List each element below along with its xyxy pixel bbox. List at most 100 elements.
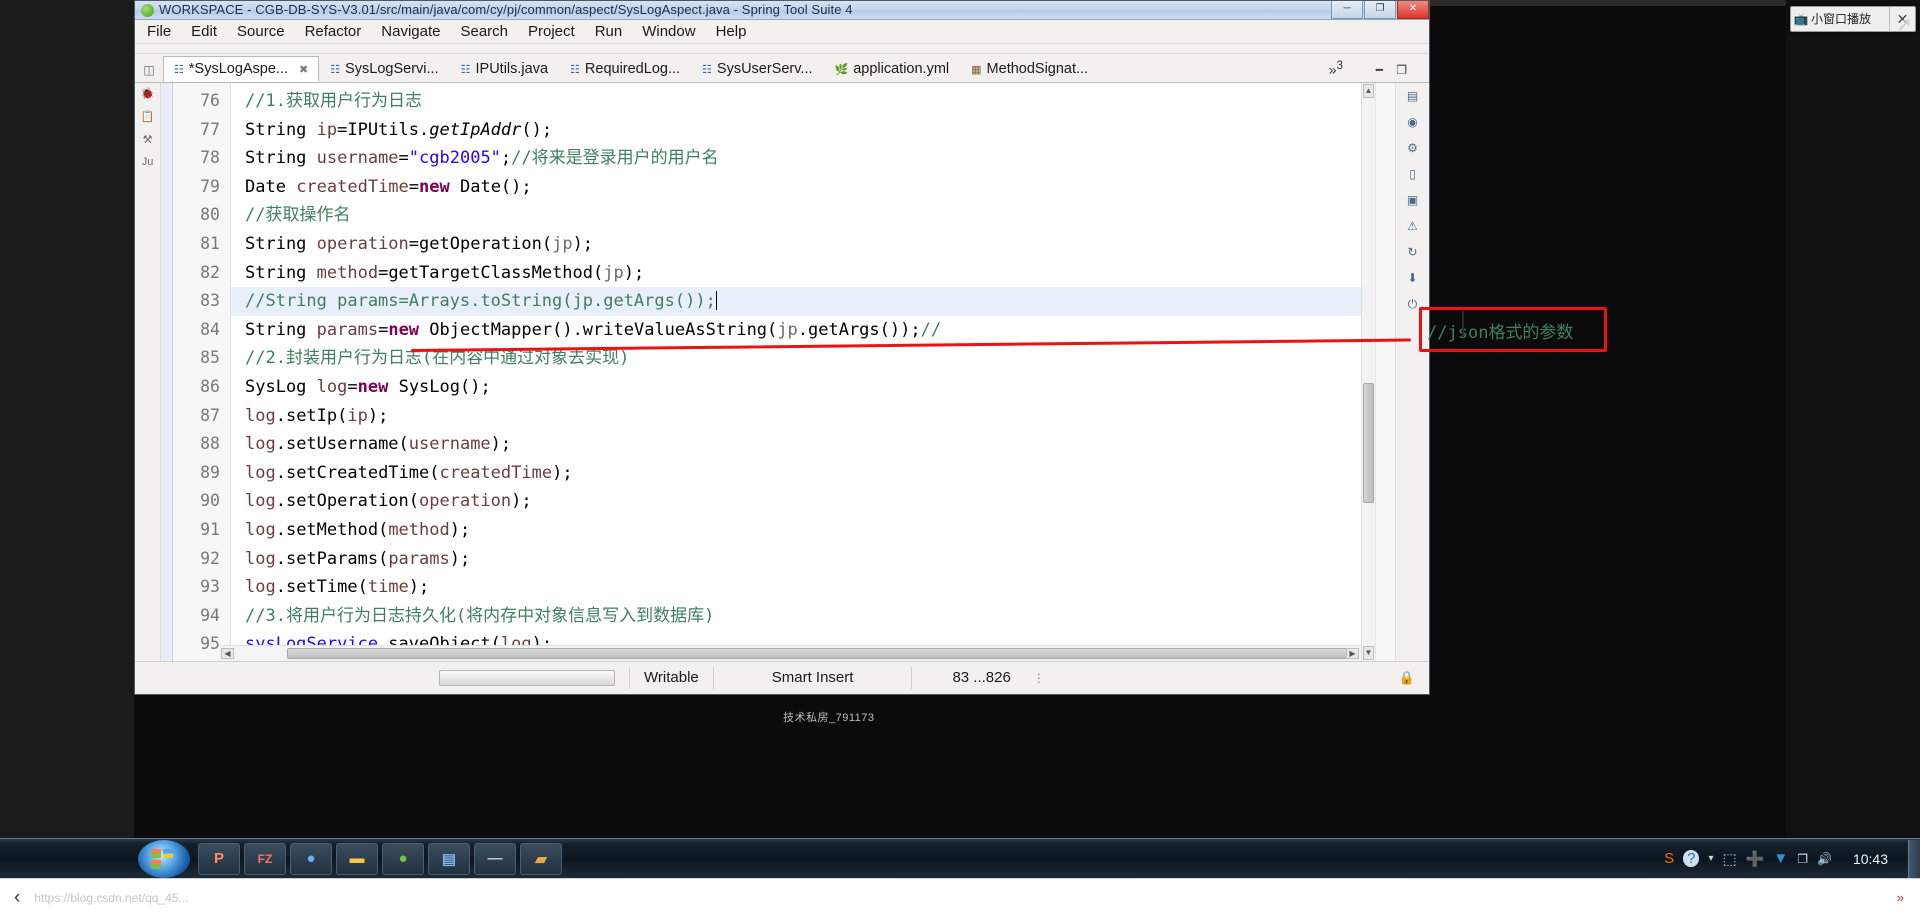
history-icon[interactable]: ↻ bbox=[1407, 245, 1417, 259]
scroll-left-icon[interactable]: ◀ bbox=[221, 648, 234, 659]
code-token: new bbox=[388, 319, 420, 340]
editor-vertical-scrollbar[interactable]: ▲ ▼ bbox=[1361, 83, 1375, 661]
servers-icon[interactable]: ⚙ bbox=[1407, 141, 1418, 155]
code-line[interactable]: log.setOperation(operation); bbox=[231, 487, 1429, 516]
tab-application-yml[interactable]: 🌿 application.yml bbox=[824, 56, 961, 82]
status-more-icon[interactable]: ⋮ bbox=[1025, 671, 1045, 685]
tasks-icon[interactable]: ▣ bbox=[1407, 193, 1418, 207]
code-token: //3. bbox=[245, 605, 286, 626]
taskbar-item-editor[interactable]: — bbox=[474, 842, 516, 875]
show-desktop-button[interactable] bbox=[1908, 839, 1920, 878]
vertical-scroll-thumb[interactable] bbox=[1363, 383, 1374, 503]
menu-item-file[interactable]: File bbox=[147, 21, 171, 43]
menu-item-project[interactable]: Project bbox=[528, 21, 575, 43]
taskbar-item-powerpoint[interactable]: P bbox=[198, 842, 240, 875]
problems-icon[interactable]: ⚠ bbox=[1407, 219, 1418, 233]
menu-item-navigate[interactable]: Navigate bbox=[381, 21, 440, 43]
code-line[interactable]: log.setTime(time); bbox=[231, 573, 1429, 602]
network-icon[interactable]: ❐ bbox=[1797, 852, 1808, 866]
tab-iputils[interactable]: ☷ IPUtils.java bbox=[450, 56, 559, 82]
menu-item-edit[interactable]: Edit bbox=[191, 21, 217, 43]
taskbar-item-browser[interactable]: ● bbox=[382, 842, 424, 875]
copy-icon[interactable]: 📋 bbox=[141, 110, 155, 123]
tab-overflow-button[interactable]: »3 bbox=[1329, 59, 1343, 78]
taskbar-item-notes[interactable]: ▤ bbox=[428, 842, 470, 875]
code-token: ); bbox=[511, 491, 532, 512]
minimize-button[interactable]: ─ bbox=[1331, 1, 1363, 19]
code-line[interactable]: //1.获取用户行为日志 bbox=[231, 87, 1429, 116]
code-line[interactable]: String username="cgb2005";//将来是登录用户的用户名 bbox=[231, 144, 1429, 173]
browser-icon: ● bbox=[398, 850, 408, 867]
window-controls: ─ ❐ ✕ bbox=[1330, 1, 1429, 20]
updater-icon[interactable]: ➕ bbox=[1746, 850, 1765, 868]
taskbar-item-filezilla[interactable]: FZ bbox=[244, 842, 286, 875]
boot-dash-icon[interactable]: ⏻ bbox=[1408, 297, 1418, 312]
menu-item-source[interactable]: Source bbox=[237, 21, 285, 43]
code-line[interactable]: log.setIp(ip); bbox=[231, 402, 1429, 431]
package-icon[interactable]: ◉ bbox=[1407, 115, 1417, 129]
sogou-input-icon[interactable]: S bbox=[1664, 850, 1674, 867]
scroll-right-icon[interactable]: ▶ bbox=[1346, 648, 1359, 659]
tab-syslogservice[interactable]: ☷ SysLogServi... bbox=[319, 56, 449, 82]
menu-item-window[interactable]: Window bbox=[642, 21, 695, 43]
code-line[interactable]: SysLog log=new SysLog(); bbox=[231, 373, 1429, 402]
editor-list-icon[interactable]: ◫ bbox=[135, 63, 163, 82]
code-line[interactable]: log.setCreatedTime(createdTime); bbox=[231, 459, 1429, 488]
start-button[interactable] bbox=[138, 839, 190, 878]
code-line[interactable]: Date createdTime=new Date(); bbox=[231, 173, 1429, 202]
tray-overflow-icon[interactable]: ▾ bbox=[1708, 853, 1713, 864]
code-line[interactable]: log.setMethod(method); bbox=[231, 516, 1429, 545]
code-line[interactable]: //3.将用户行为日志持久化(将内存中对象信息写入到数据库) bbox=[231, 602, 1429, 631]
help-icon[interactable]: ? bbox=[1683, 850, 1700, 867]
screenshot-icon[interactable]: ⬚ bbox=[1723, 850, 1737, 868]
code-token: =IPUtils. bbox=[337, 119, 430, 140]
tab-methodsignature[interactable]: ▦ MethodSignat... bbox=[960, 56, 1099, 82]
code-line[interactable]: String operation=getOperation(jp); bbox=[231, 230, 1429, 259]
volume-icon[interactable]: 🔊 bbox=[1817, 852, 1832, 866]
mini-player-label: 小窗口播放 bbox=[1811, 12, 1872, 26]
scroll-up-icon[interactable]: ▲ bbox=[1363, 84, 1374, 98]
code-line[interactable]: String method=getTargetClassMethod(jp); bbox=[231, 259, 1429, 288]
code-content[interactable]: //1.获取用户行为日志 String ip=IPUtils.getIpAddr(… bbox=[231, 83, 1429, 661]
editor-horizontal-scrollbar[interactable]: ◀ ▶ bbox=[219, 645, 1361, 661]
menu-item-help[interactable]: Help bbox=[716, 21, 747, 43]
tab-requiredlog[interactable]: ☷ RequiredLog... bbox=[559, 56, 691, 82]
outline-icon[interactable]: ▤ bbox=[1407, 89, 1418, 103]
menu-item-run[interactable]: Run bbox=[595, 21, 623, 43]
editor-maximize-button[interactable]: ❐ bbox=[1396, 63, 1407, 77]
close-icon[interactable]: ✖ bbox=[299, 63, 308, 76]
code-line[interactable]: String ip=IPUtils.getIpAddr(); bbox=[231, 116, 1429, 145]
download-icon[interactable]: ⬇ bbox=[1407, 271, 1417, 285]
security-shield-icon[interactable]: ▼ bbox=[1773, 850, 1788, 867]
code-line[interactable]: log.setParams(params); bbox=[231, 545, 1429, 574]
tab-syslogaspect[interactable]: ☷ *SysLogAspe... ✖ bbox=[163, 56, 320, 82]
code-token: 获取用户行为日志 bbox=[285, 91, 422, 111]
taskbar-item-sts[interactable]: ▰ bbox=[520, 842, 562, 875]
code-token: new bbox=[357, 376, 389, 397]
forward-button[interactable]: » bbox=[1897, 890, 1920, 905]
menu-item-refactor[interactable]: Refactor bbox=[305, 21, 362, 43]
menu-item-search[interactable]: Search bbox=[460, 21, 508, 43]
code-token: String bbox=[245, 119, 317, 140]
editor-minimize-button[interactable]: ━ bbox=[1376, 63, 1383, 77]
close-button[interactable]: ✕ bbox=[1397, 1, 1429, 19]
code-token: .setIp( bbox=[275, 405, 348, 426]
taskbar-clock[interactable]: 10:43 bbox=[1841, 851, 1900, 867]
line-number: 84 bbox=[200, 319, 220, 339]
compare-icon[interactable]: ⚒ bbox=[143, 133, 153, 146]
tab-sysuserservice[interactable]: ☷ SysUserServ... bbox=[691, 56, 823, 82]
scroll-down-icon[interactable]: ▼ bbox=[1363, 646, 1374, 660]
code-line[interactable]: //获取操作名 bbox=[231, 201, 1429, 230]
back-button[interactable]: ‹ bbox=[0, 887, 34, 909]
maximize-button[interactable]: ❐ bbox=[1364, 1, 1396, 19]
horizontal-scroll-thumb[interactable] bbox=[287, 648, 1347, 659]
junit-icon[interactable]: Ju bbox=[142, 156, 154, 168]
code-line[interactable]: //String params=Arrays.toString(jp.getAr… bbox=[231, 287, 1429, 316]
editor-overview-ruler[interactable] bbox=[1375, 83, 1395, 661]
bug-icon[interactable]: 🐞 bbox=[141, 87, 155, 100]
taskbar-item-chrome[interactable]: ● bbox=[290, 842, 332, 875]
code-line[interactable]: log.setUsername(username); bbox=[231, 430, 1429, 459]
console-icon[interactable]: ▯ bbox=[1409, 167, 1416, 181]
code-token: username bbox=[408, 434, 491, 455]
taskbar-item-explorer[interactable]: ▬ bbox=[336, 842, 378, 875]
